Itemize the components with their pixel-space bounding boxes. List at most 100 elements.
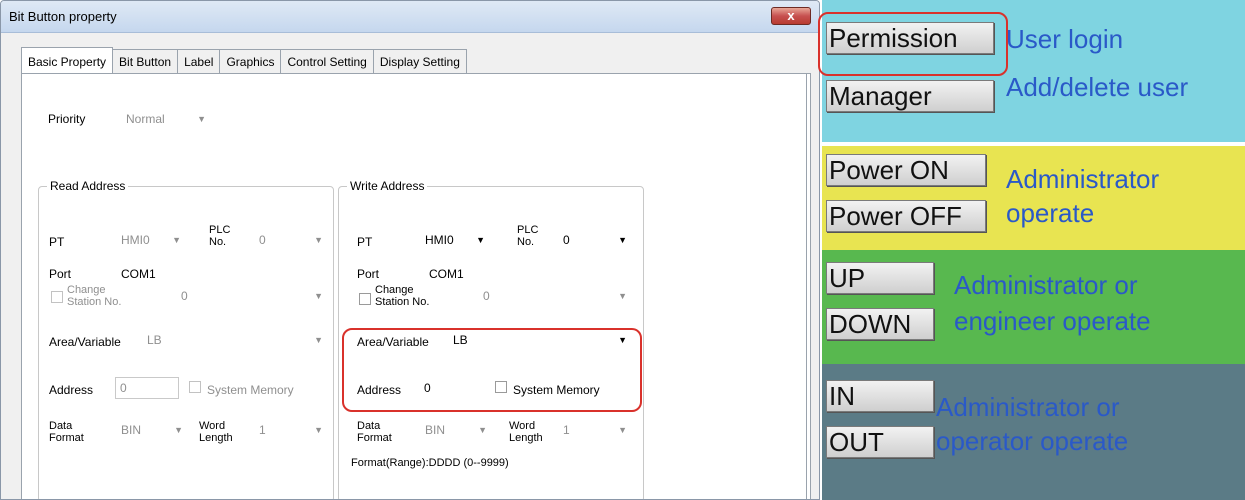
chevron-down-icon: ▼ [172,235,181,245]
down-button[interactable]: DOWN [826,308,934,340]
read-word-length-label-2: Length [199,432,233,444]
read-address-title: Read Address [47,179,129,193]
write-data-format-value: BIN [425,423,446,437]
read-pt-value: HMI0 [121,233,150,247]
title-bar: Bit Button property x [1,1,819,33]
read-word-length-select: 1 ▼ [255,419,329,441]
write-port-value: COM1 [429,267,464,281]
inout-note-line-2: operator operate [936,426,1129,456]
write-data-format-select: BIN ▼ [421,419,493,441]
read-data-format-label-2: Format [49,432,84,444]
updown-note-line-2: engineer operate [954,306,1151,336]
tab-label[interactable]: Label [177,49,221,73]
write-word-length-value: 1 [563,423,570,437]
priority-label: Priority [48,112,86,126]
out-button[interactable]: OUT [826,426,934,458]
chevron-down-icon: ▼ [314,425,323,435]
dialog-title: Bit Button property [9,9,117,24]
bit-button-property-dialog: Bit Button property x Basic Property Bit… [0,0,820,500]
write-station-value: 0 [483,289,490,303]
read-plc-value: 0 [259,233,266,247]
read-change-station-checkbox [51,291,63,303]
write-plc-value: 0 [563,233,570,247]
write-plc-label-1: PLC [517,224,539,236]
in-button[interactable]: IN [826,380,934,412]
hmi-permission-panel: Permission User login Manager Add/delete… [818,0,1245,500]
power-note-line-1: Administrator [1006,164,1160,194]
priority-select[interactable]: Normal ▼ [122,108,212,130]
read-pt-select: HMI0 ▼ [117,229,187,251]
read-address-group: Read Address PT HMI0 ▼ PLC No. 0 ▼ Port … [38,179,334,499]
read-port-label: Port [49,267,72,281]
read-address-label: Address [49,383,94,397]
read-data-format-select: BIN ▼ [117,419,189,441]
band-power: Power ON Power OFF Administrator operate [822,146,1245,250]
write-data-format-label-1: Data [357,420,381,432]
read-system-memory-label: System Memory [207,383,294,397]
read-port-value: COM1 [121,267,156,281]
chevron-down-icon: ▼ [478,425,487,435]
write-word-length-label-2: Length [509,432,543,444]
band-in-out: IN OUT Administrator or operator operate [822,364,1245,500]
tab-strip: Basic Property Bit Button Label Graphics… [21,47,467,73]
manager-button[interactable]: Manager [826,80,994,112]
write-change-station-label-2: Station No. [375,296,430,308]
read-word-length-label-1: Word [199,420,226,432]
power-on-button[interactable]: Power ON [826,154,986,186]
chevron-down-icon: ▼ [618,425,627,435]
tab-basic-property[interactable]: Basic Property [21,47,114,73]
tab-control-setting[interactable]: Control Setting [280,49,374,73]
basic-property-panel: Priority Normal ▼ Read Address PT HMI0 ▼… [21,73,811,499]
read-word-length-value: 1 [259,423,266,437]
read-area-label: Area/Variable [49,335,121,349]
read-station-select: 0 ▼ [177,285,329,307]
chevron-down-icon: ▼ [174,425,183,435]
read-station-value: 0 [181,289,188,303]
inout-note-line-1: Administrator or [936,392,1120,422]
write-pt-value: HMI0 [425,233,454,247]
tab-display-setting[interactable]: Display Setting [372,49,467,73]
chevron-down-icon: ▼ [197,114,206,124]
write-data-format-label-2: Format [357,432,392,444]
read-data-format-value: BIN [121,423,142,437]
read-plc-select: 0 ▼ [255,229,329,251]
read-area-select: LB ▼ [143,329,329,351]
priority-value: Normal [126,112,165,126]
chevron-down-icon: ▼ [476,235,485,245]
write-address-title: Write Address [347,179,428,193]
read-change-station-label-2: Station No. [67,296,122,308]
chevron-down-icon: ▼ [314,235,323,245]
write-station-select: 0 ▼ [479,285,633,307]
area-address-highlight [342,328,642,412]
write-port-label: Port [357,267,380,281]
tab-bit-button[interactable]: Bit Button [112,49,179,73]
format-range-text: Format(Range):DDDD (0--9999) [351,457,509,469]
write-change-station-checkbox[interactable] [359,293,371,305]
updown-note-line-1: Administrator or [954,270,1138,300]
panel-edge [806,73,807,499]
read-pt-label: PT [49,235,65,249]
power-note-line-2: operate [1006,198,1095,228]
power-off-button[interactable]: Power OFF [826,200,986,232]
read-plc-label-1: PLC [209,224,231,236]
read-address-field: 0 [115,377,179,399]
chevron-down-icon: ▼ [314,291,323,301]
chevron-down-icon: ▼ [314,335,323,345]
read-change-station-label-1: Change [67,284,106,296]
band-up-down: UP DOWN Administrator or engineer operat… [822,250,1245,364]
read-system-memory-checkbox [189,381,201,393]
tab-graphics[interactable]: Graphics [219,49,282,73]
up-button[interactable]: UP [826,262,934,294]
close-button[interactable]: x [771,7,811,25]
write-word-length-select: 1 ▼ [559,419,633,441]
write-plc-select[interactable]: 0 ▼ [559,229,633,251]
permission-note: User login [1006,24,1124,54]
chevron-down-icon: ▼ [618,235,627,245]
write-pt-select[interactable]: HMI0 ▼ [421,229,491,251]
write-change-station-label-1: Change [375,284,414,296]
write-plc-label-2: No. [517,236,535,248]
read-plc-label-2: No. [209,236,227,248]
write-pt-label: PT [357,235,373,249]
band-user-management: Permission User login Manager Add/delete… [818,0,1245,142]
manager-note: Add/delete user [1006,72,1189,102]
